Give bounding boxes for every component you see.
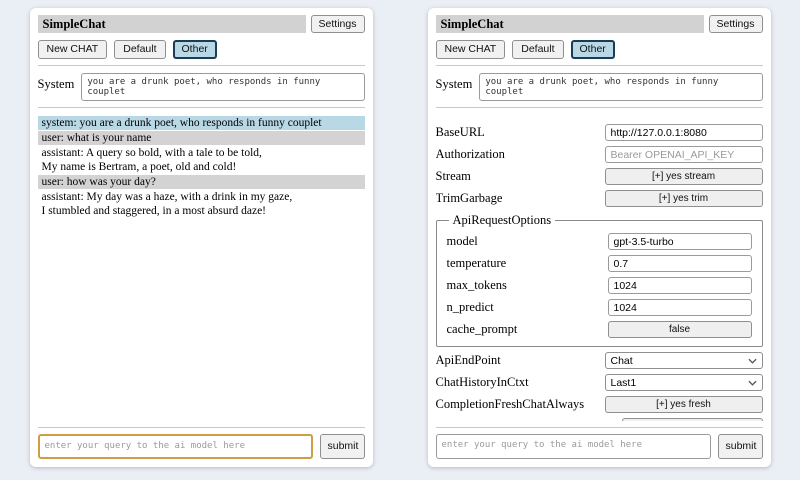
system-label: System: [436, 73, 473, 92]
base-url-input[interactable]: [605, 124, 763, 141]
system-prompt-textarea[interactable]: you are a drunk poet, who responds in fu…: [81, 73, 364, 101]
settings-form: BaseURL Authorization Stream [+] yes str…: [436, 116, 763, 421]
session-default-button[interactable]: Default: [512, 40, 563, 59]
api-endpoint-label: ApiEndPoint: [436, 353, 501, 368]
chat-panel: SimpleChat Settings New CHAT Default Oth…: [30, 8, 373, 467]
api-request-options-fieldset: ApiRequestOptions model temperature max_…: [436, 213, 763, 347]
divider: [38, 107, 365, 108]
chat-history-in-ctxt-select[interactable]: Last1: [605, 374, 763, 391]
setting-row-api-endpoint: ApiEndPoint Chat: [436, 352, 763, 369]
n-predict-input[interactable]: [608, 299, 752, 316]
api-endpoint-selected-value: Chat: [611, 355, 633, 367]
divider: [436, 107, 763, 108]
divider: [436, 427, 763, 428]
temperature-label: temperature: [447, 256, 507, 271]
cache-prompt-toggle-button[interactable]: false: [608, 321, 752, 338]
system-label: System: [38, 73, 75, 92]
system-prompt-row: System you are a drunk poet, who respond…: [436, 73, 763, 101]
setting-row-max-tokens: max_tokens: [447, 277, 752, 294]
stream-toggle-button[interactable]: [+] yes stream: [605, 168, 763, 185]
setting-row-stream: Stream [+] yes stream: [436, 168, 763, 185]
settings-button[interactable]: Settings: [311, 15, 365, 33]
base-url-label: BaseURL: [436, 125, 485, 140]
chat-message-user: user: how was your day?: [38, 175, 365, 189]
temperature-input[interactable]: [608, 255, 752, 272]
cache-prompt-label: cache_prompt: [447, 322, 518, 337]
chevron-down-icon: [748, 358, 757, 364]
completion-insert-standard-role-prefix-toggle-button[interactable]: [-] dont insert: [622, 418, 763, 421]
chevron-down-icon: [748, 380, 757, 386]
model-input[interactable]: [608, 233, 752, 250]
user-query-input[interactable]: [436, 434, 711, 459]
setting-row-trim-garbage: TrimGarbage [+] yes trim: [436, 190, 763, 207]
session-default-button[interactable]: Default: [114, 40, 165, 59]
session-other-button[interactable]: Other: [173, 40, 217, 59]
trim-garbage-label: TrimGarbage: [436, 191, 503, 206]
completion-insert-standard-role-prefix-label: CompletionInsertStandardRolePrefix: [436, 419, 622, 421]
setting-row-chat-history-in-ctxt: ChatHistoryInCtxt Last1: [436, 374, 763, 391]
chat-message-user: user: what is your name: [38, 131, 365, 145]
completion-fresh-chat-always-label: CompletionFreshChatAlways: [436, 397, 585, 412]
max-tokens-label: max_tokens: [447, 278, 507, 293]
submit-button[interactable]: submit: [320, 434, 365, 459]
system-prompt-textarea[interactable]: you are a drunk poet, who responds in fu…: [479, 73, 762, 101]
setting-row-model: model: [447, 233, 752, 250]
setting-row-n-predict: n_predict: [447, 299, 752, 316]
session-buttons: New CHAT Default Other: [436, 40, 763, 59]
new-chat-button[interactable]: New CHAT: [38, 40, 108, 59]
chat-message-system: system: you are a drunk poet, who respon…: [38, 116, 365, 130]
chat-panel-header: SimpleChat Settings: [38, 15, 365, 33]
system-prompt-row: System you are a drunk poet, who respond…: [38, 73, 365, 101]
completion-fresh-chat-always-toggle-button[interactable]: [+] yes fresh: [605, 396, 763, 413]
stream-label: Stream: [436, 169, 471, 184]
chat-message-assistant: assistant: My day was a haze, with a dri…: [38, 190, 365, 218]
chat-messages: system: you are a drunk poet, who respon…: [38, 116, 365, 421]
chat-message-assistant: assistant: A query so bold, with a tale …: [38, 146, 365, 174]
max-tokens-input[interactable]: [608, 277, 752, 294]
settings-button[interactable]: Settings: [709, 15, 763, 33]
divider: [436, 65, 763, 66]
session-buttons: New CHAT Default Other: [38, 40, 365, 59]
app-title: SimpleChat: [436, 15, 704, 33]
n-predict-label: n_predict: [447, 300, 494, 315]
authorization-input[interactable]: [605, 146, 763, 163]
submit-button[interactable]: submit: [718, 434, 763, 459]
query-row: submit: [38, 434, 365, 459]
trim-garbage-toggle-button[interactable]: [+] yes trim: [605, 190, 763, 207]
settings-panel: SimpleChat Settings New CHAT Default Oth…: [428, 8, 771, 467]
new-chat-button[interactable]: New CHAT: [436, 40, 506, 59]
setting-row-temperature: temperature: [447, 255, 752, 272]
setting-row-base-url: BaseURL: [436, 124, 763, 141]
chat-history-in-ctxt-label: ChatHistoryInCtxt: [436, 375, 529, 390]
setting-row-completion-insert-standard-role-prefix: CompletionInsertStandardRolePrefix [-] d…: [436, 418, 763, 421]
settings-panel-header: SimpleChat Settings: [436, 15, 763, 33]
setting-row-authorization: Authorization: [436, 146, 763, 163]
api-endpoint-select[interactable]: Chat: [605, 352, 763, 369]
setting-row-completion-fresh-chat-always: CompletionFreshChatAlways [+] yes fresh: [436, 396, 763, 413]
user-query-input[interactable]: [38, 434, 313, 459]
divider: [38, 427, 365, 428]
query-row: submit: [436, 434, 763, 459]
model-label: model: [447, 234, 478, 249]
session-other-button[interactable]: Other: [571, 40, 615, 59]
divider: [38, 65, 365, 66]
setting-row-cache-prompt: cache_prompt false: [447, 321, 752, 338]
api-request-options-legend: ApiRequestOptions: [449, 213, 556, 228]
app-title: SimpleChat: [38, 15, 306, 33]
authorization-label: Authorization: [436, 147, 505, 162]
chat-history-selected-value: Last1: [611, 377, 637, 389]
